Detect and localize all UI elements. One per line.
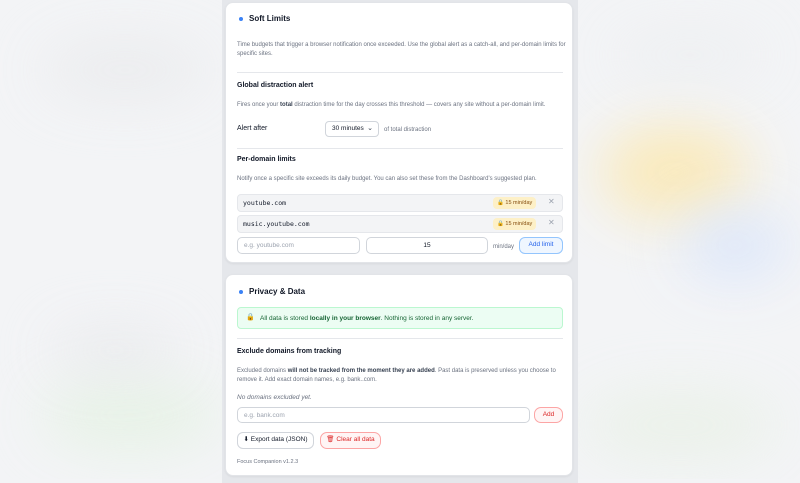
global-alert-description: Fires once your total distraction time f… bbox=[237, 102, 546, 108]
limit-domain: music.youtube.com bbox=[243, 220, 310, 228]
limit-row: music.youtube.com 🔒 15 min/day ✕ bbox=[237, 215, 563, 233]
download-icon: ⬇ bbox=[243, 436, 249, 443]
lock-icon: 🔒 bbox=[497, 200, 504, 206]
notice-text: All data is stored locally in your brows… bbox=[260, 315, 474, 322]
alert-threshold-select[interactable]: 30 minutes ⌄ bbox=[325, 121, 379, 137]
background-blob bbox=[610, 30, 770, 80]
select-suffix: of total distraction bbox=[384, 127, 432, 133]
unit-label: min/day bbox=[493, 244, 515, 250]
soft-limits-description: Time budgets that trigger a browser noti… bbox=[237, 42, 566, 57]
soft-limits-title: Soft Limits bbox=[249, 14, 291, 23]
empty-excluded-text: No domains excluded yet. bbox=[237, 394, 312, 401]
exclude-domain-input[interactable]: e.g. bank.com bbox=[237, 407, 530, 423]
version-label: Focus Companion v1.2.3 bbox=[237, 459, 299, 465]
background-blob bbox=[600, 125, 750, 220]
minutes-input[interactable]: 15 bbox=[366, 237, 488, 254]
divider bbox=[237, 148, 563, 149]
clear-all-data-button[interactable]: 🗑 Clear all data bbox=[320, 432, 381, 449]
exclude-heading: Exclude domains from tracking bbox=[237, 348, 342, 355]
limit-badge: 🔒 15 min/day bbox=[493, 197, 537, 209]
limit-row: youtube.com 🔒 15 min/day ✕ bbox=[237, 194, 563, 212]
privacy-card: Privacy & Data 🔒 All data is stored loca… bbox=[225, 274, 573, 476]
add-exclusion-button[interactable]: Add bbox=[534, 407, 563, 423]
add-limit-button[interactable]: Add limit bbox=[519, 237, 563, 254]
close-icon[interactable]: ✕ bbox=[548, 218, 555, 227]
background-blob bbox=[680, 210, 790, 280]
per-domain-heading: Per-domain limits bbox=[237, 156, 296, 163]
chevron-down-icon: ⌄ bbox=[367, 125, 373, 132]
background-blob bbox=[50, 330, 180, 370]
export-data-button[interactable]: ⬇ Export data (JSON) bbox=[237, 432, 314, 449]
alert-threshold-value: 30 minutes bbox=[332, 125, 364, 132]
section-dot-icon bbox=[239, 290, 243, 294]
section-dot-icon bbox=[239, 17, 243, 21]
lock-icon: 🔒 bbox=[497, 221, 504, 227]
privacy-title: Privacy & Data bbox=[249, 287, 306, 296]
alert-after-label: Alert after bbox=[237, 125, 268, 132]
global-alert-heading: Global distraction alert bbox=[237, 82, 314, 89]
soft-limits-card: Soft Limits Time budgets that trigger a … bbox=[225, 2, 573, 263]
trash-icon: 🗑 bbox=[326, 436, 335, 443]
lock-icon: 🔒 bbox=[246, 314, 255, 321]
background-blob bbox=[40, 40, 210, 100]
exclude-description: Excluded domains will not be tracked fro… bbox=[237, 368, 556, 383]
divider bbox=[237, 72, 563, 73]
divider bbox=[237, 338, 563, 339]
local-storage-notice: 🔒 All data is stored locally in your bro… bbox=[237, 307, 563, 329]
background-blob bbox=[580, 390, 780, 460]
domain-input[interactable]: e.g. youtube.com bbox=[237, 237, 360, 254]
background-blob bbox=[40, 380, 220, 450]
limit-badge: 🔒 15 min/day bbox=[493, 218, 537, 230]
limit-domain: youtube.com bbox=[243, 199, 287, 207]
per-domain-description: Notify once a specific site exceeds its … bbox=[237, 176, 537, 182]
close-icon[interactable]: ✕ bbox=[548, 197, 555, 206]
